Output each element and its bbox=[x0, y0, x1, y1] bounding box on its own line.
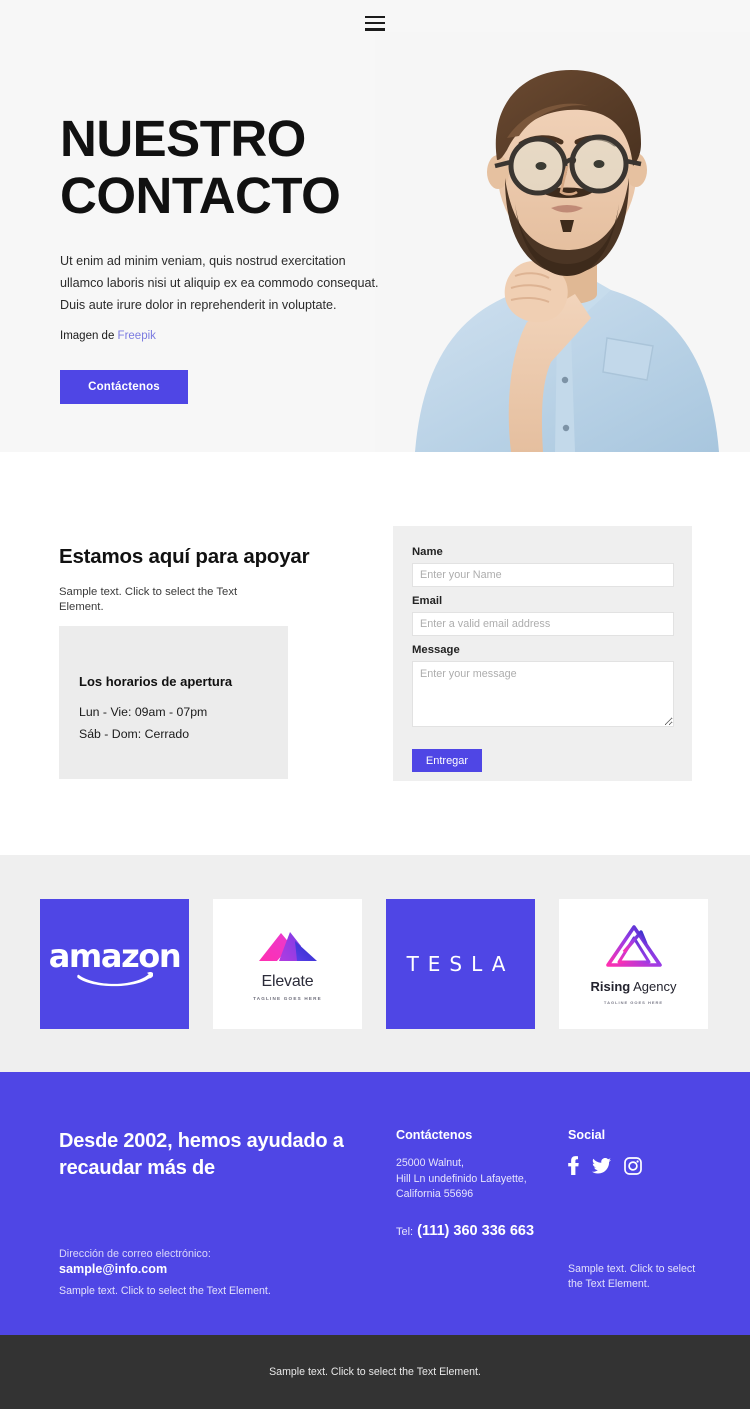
facebook-icon[interactable] bbox=[568, 1156, 579, 1175]
email-input[interactable] bbox=[412, 612, 674, 636]
hero-photo bbox=[375, 32, 750, 452]
opening-hours-weekday: Lun - Vie: 09am - 07pm bbox=[79, 705, 208, 719]
amazon-smile-icon bbox=[76, 972, 153, 987]
hamburger-menu-icon[interactable] bbox=[365, 15, 385, 31]
rising-agency-wordmark: Rising Agency bbox=[591, 979, 677, 994]
footer-email-label: Dirección de correo electrónico: bbox=[59, 1248, 211, 1260]
hero-title-line-2: CONTACTO bbox=[60, 167, 341, 224]
support-subtitle: Sample text. Click to select the Text El… bbox=[59, 586, 238, 613]
submit-button[interactable]: Entregar bbox=[412, 749, 482, 772]
hero-paragraph: Ut enim ad minim veniam, quis nostrud ex… bbox=[60, 254, 379, 312]
page-root: NUESTRO CONTACTO Ut enim ad minim veniam… bbox=[0, 0, 750, 1409]
name-field-group: Name bbox=[412, 546, 674, 587]
social-links bbox=[568, 1156, 718, 1175]
opening-hours-card: Los horarios de apertura Lun - Vie: 09am… bbox=[59, 626, 288, 779]
name-label: Name bbox=[412, 546, 443, 558]
hamburger-bar bbox=[365, 27, 385, 31]
footer-social-title: Social bbox=[568, 1128, 606, 1142]
partner-logos-section: amazon Elevate TAGLINE GOES HERE TESLA R… bbox=[0, 855, 750, 1072]
rising-agency-mark-icon bbox=[605, 924, 662, 967]
footer-social-column: Social bbox=[568, 1128, 718, 1175]
image-credit: Imagen de Freepik bbox=[60, 330, 400, 342]
footer-email-value[interactable]: sample@info.com bbox=[59, 1262, 167, 1276]
email-label: Email bbox=[412, 595, 443, 607]
rising-light: Agency bbox=[630, 978, 677, 994]
hero-title-line-1: NUESTRO bbox=[60, 110, 306, 167]
freepik-link[interactable]: Freepik bbox=[118, 330, 156, 342]
bottom-bar: Sample text. Click to select the Text El… bbox=[0, 1335, 750, 1409]
contact-us-button[interactable]: Contáctenos bbox=[60, 370, 188, 404]
footer-address-line-3: California 55696 bbox=[396, 1188, 474, 1200]
message-field-group: Message bbox=[412, 644, 674, 732]
footer-address-line-2: Hill Ln undefinido Lafayette, bbox=[396, 1172, 527, 1185]
hero-copy: NUESTRO CONTACTO Ut enim ad minim veniam… bbox=[60, 110, 400, 404]
elevate-wordmark: Elevate bbox=[261, 973, 314, 990]
elevate-mark-icon bbox=[258, 932, 317, 961]
footer-contact-title: Contáctenos bbox=[396, 1128, 473, 1142]
footer-headline: Desde 2002, hemos ayudado a recaudar más… bbox=[59, 1130, 344, 1179]
opening-hours-title: Los horarios de apertura bbox=[79, 674, 233, 689]
hamburger-bar bbox=[365, 21, 385, 25]
footer-left-note: Sample text. Click to select the Text El… bbox=[59, 1285, 271, 1297]
message-textarea[interactable] bbox=[412, 661, 674, 727]
logo-row: amazon Elevate TAGLINE GOES HERE TESLA R… bbox=[40, 899, 708, 1029]
footer-tel-value[interactable]: (111) 360 336 663 bbox=[417, 1223, 534, 1239]
footer-section: Desde 2002, hemos ayudado a recaudar más… bbox=[0, 1072, 750, 1335]
support-left-column: Estamos aquí para apoyar Sample text. Cl… bbox=[59, 545, 359, 615]
logo-tile-tesla[interactable]: TESLA bbox=[386, 899, 535, 1029]
footer-social-note: Sample text. Click to select the Text El… bbox=[568, 1263, 696, 1290]
elevate-tagline: TAGLINE GOES HERE bbox=[253, 996, 322, 1001]
page-title: NUESTRO CONTACTO bbox=[60, 110, 400, 224]
rising-bold: Rising bbox=[590, 978, 631, 994]
logo-tile-amazon[interactable]: amazon bbox=[40, 899, 189, 1029]
amazon-wordmark: amazon bbox=[48, 937, 182, 975]
logo-tile-elevate[interactable]: Elevate TAGLINE GOES HERE bbox=[213, 899, 362, 1029]
navigation-bar bbox=[0, 0, 750, 46]
support-section: Estamos aquí para apoyar Sample text. Cl… bbox=[0, 452, 750, 855]
name-input[interactable] bbox=[412, 563, 674, 587]
rising-agency-tagline: TAGLINE GOES HERE bbox=[603, 999, 664, 1005]
hero-section: NUESTRO CONTACTO Ut enim ad minim veniam… bbox=[0, 0, 750, 452]
footer-tel-label: Tel: bbox=[396, 1225, 414, 1238]
footer-telephone: Tel: (111) 360 336 663 bbox=[396, 1223, 546, 1239]
contact-form: Name Email Message Entregar bbox=[393, 526, 692, 781]
footer-address: 25000 Walnut, Hill Ln undefinido Lafayet… bbox=[396, 1156, 546, 1203]
support-title: Estamos aquí para apoyar bbox=[59, 545, 310, 568]
hamburger-bar bbox=[365, 15, 385, 19]
tesla-wordmark: TESLA bbox=[406, 952, 515, 976]
message-label: Message bbox=[412, 644, 460, 656]
amazon-logo: amazon bbox=[48, 937, 182, 987]
twitter-icon[interactable] bbox=[592, 1157, 611, 1174]
footer-address-line-1: 25000 Walnut, bbox=[396, 1157, 464, 1169]
logo-tile-rising-agency[interactable]: Rising Agency TAGLINE GOES HERE bbox=[559, 899, 708, 1029]
footer-contact-column: Contáctenos 25000 Walnut, Hill Ln undefi… bbox=[396, 1128, 546, 1239]
email-field-group: Email bbox=[412, 595, 674, 636]
bottom-bar-text: Sample text. Click to select the Text El… bbox=[269, 1366, 481, 1378]
image-credit-prefix: Imagen de bbox=[60, 330, 118, 342]
opening-hours-weekend: Sáb - Dom: Cerrado bbox=[79, 727, 190, 741]
instagram-icon[interactable] bbox=[624, 1156, 642, 1175]
